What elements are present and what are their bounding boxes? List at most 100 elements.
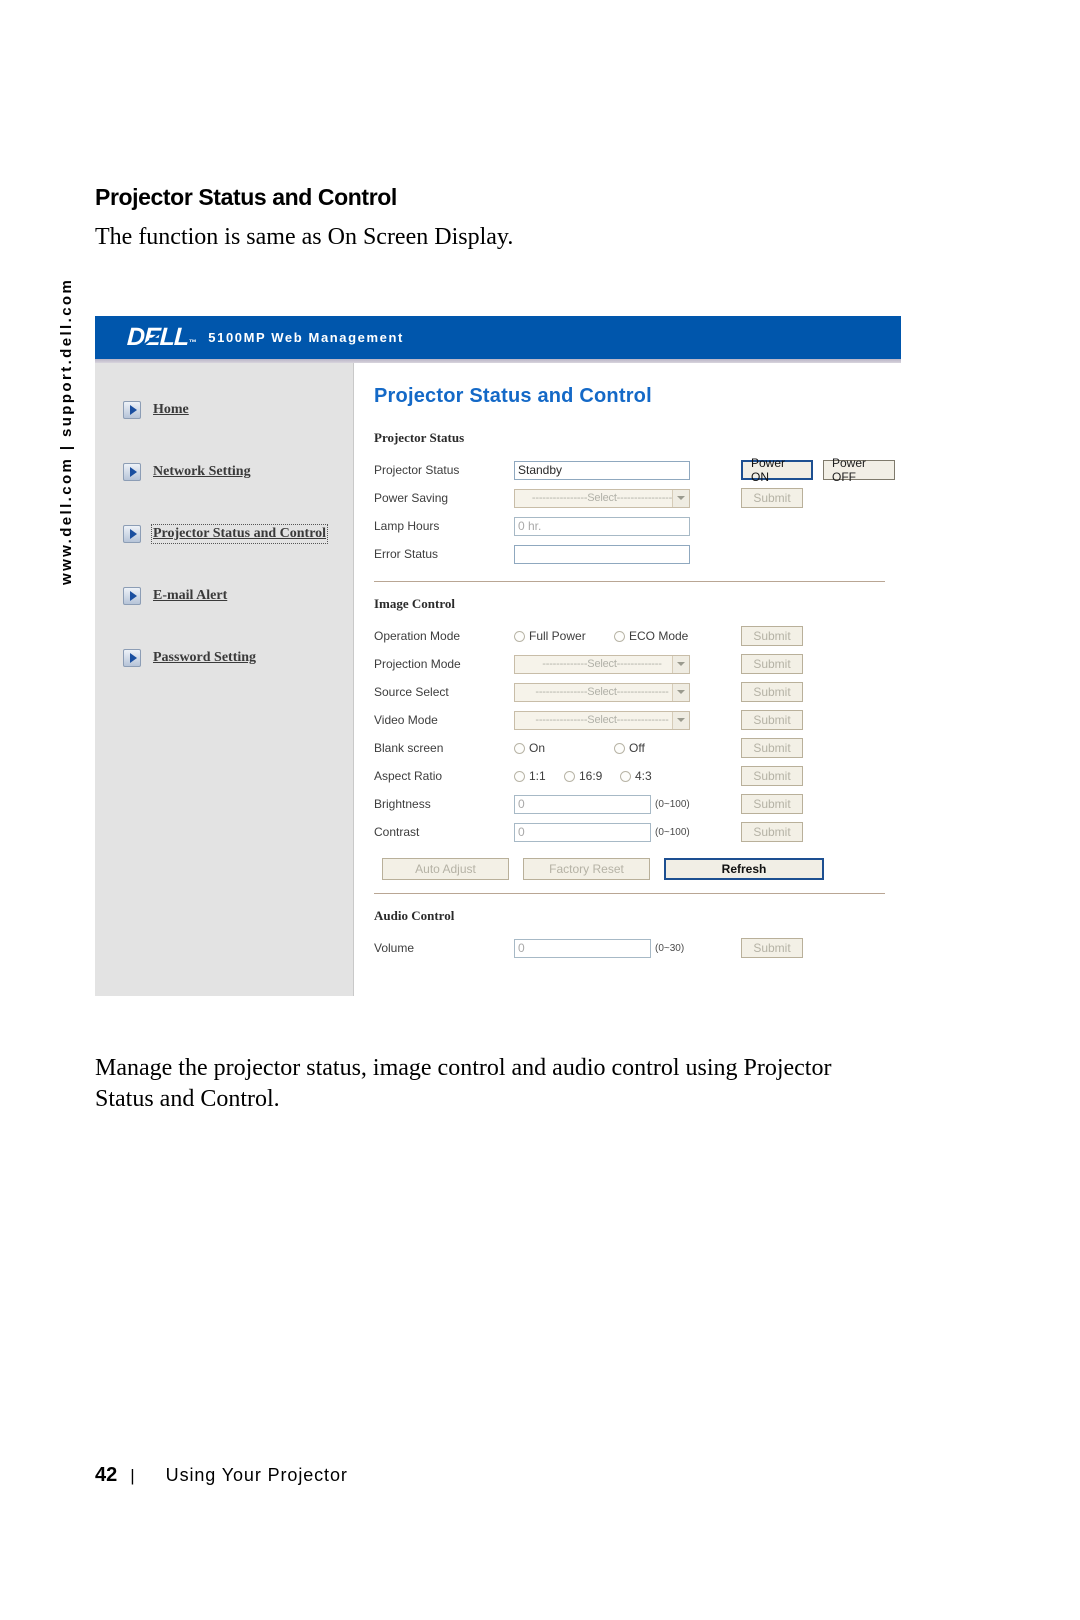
chevron-down-icon[interactable]	[672, 489, 689, 507]
contrast-field[interactable]: 0	[514, 822, 651, 842]
radio-icon[interactable]	[620, 770, 631, 782]
radio-icon[interactable]	[514, 630, 525, 642]
web-ui-body: Home Network Setting Projector Status an…	[95, 363, 901, 996]
radio-icon[interactable]	[564, 770, 575, 782]
source-select-select[interactable]: ---------------Select---------------	[514, 682, 690, 702]
projection-mode-selected-value: -------------Select-------------	[542, 658, 662, 670]
blank-screen-submit-button[interactable]: Submit	[741, 738, 803, 758]
video-mode-select[interactable]: ---------------Select---------------	[514, 710, 690, 730]
refresh-button[interactable]: Refresh	[664, 858, 824, 880]
radio-icon[interactable]	[514, 770, 525, 782]
dell-logo-ll: LL	[159, 323, 190, 351]
source-select-selected-value: ---------------Select---------------	[535, 686, 669, 698]
row-aspect-ratio: Aspect Ratio 1:1 16:9 4:3 Submit	[374, 762, 901, 790]
chevron-down-icon[interactable]	[672, 683, 689, 701]
sidebar-item-projector-status-and-control[interactable]: Projector Status and Control	[123, 524, 353, 544]
section-label-audio-control: Audio Control	[374, 908, 455, 923]
divider-above-image-control	[374, 581, 885, 582]
aspect-ratio-option-label: 1:1	[529, 769, 546, 783]
sidebar-item-email-alert[interactable]: E-mail Alert	[123, 587, 353, 605]
volume-submit-button[interactable]: Submit	[741, 938, 803, 958]
sidebar-item-password-setting[interactable]: Password Setting	[123, 649, 353, 667]
row-projector-status: Projector Status Standby Power ON Power …	[374, 456, 901, 484]
power-on-button[interactable]: Power ON	[741, 456, 813, 484]
page-footer: 42 | Using Your Projector	[95, 1464, 348, 1487]
aspect-ratio-option-label: 4:3	[635, 769, 652, 783]
sidebar-item-label: Password Setting	[153, 650, 257, 665]
chevron-down-icon[interactable]	[672, 711, 689, 729]
dell-logo-d: D	[126, 323, 145, 351]
volume-range-hint: (0~30)	[655, 942, 685, 954]
power-off-button[interactable]: Power OFF	[823, 456, 895, 484]
play-arrow-icon	[123, 463, 141, 481]
trademark-icon: ™	[189, 338, 197, 347]
row-blank-screen: Blank screen On Off Submit	[374, 734, 901, 762]
brightness-submit-button[interactable]: Submit	[741, 794, 803, 814]
radio-icon[interactable]	[514, 742, 525, 754]
operation-mode-submit-button[interactable]: Submit	[741, 626, 803, 646]
play-arrow-icon	[123, 587, 141, 605]
label-projector-status: Projector Status	[374, 463, 460, 477]
contrast-range-hint: (0~100)	[655, 826, 690, 838]
section-label-projector-status: Projector Status	[374, 430, 465, 445]
row-video-mode: Video Mode ---------------Select--------…	[374, 706, 901, 734]
radio-icon[interactable]	[614, 630, 625, 642]
image-control-action-buttons: Auto Adjust Factory Reset Refresh	[382, 858, 901, 880]
row-power-saving: Power Saving ----------------Select-----…	[374, 484, 901, 512]
blank-screen-option-on[interactable]: On	[514, 741, 614, 755]
projection-mode-submit-button[interactable]: Submit	[741, 654, 803, 674]
aspect-ratio-option-label: 16:9	[579, 769, 603, 783]
row-operation-mode: Operation Mode Full Power ECO Mode Submi…	[374, 622, 901, 650]
row-projection-mode: Projection Mode -------------Select-----…	[374, 650, 901, 678]
projector-status-field[interactable]: Standby	[514, 460, 690, 480]
aspect-ratio-option-1-1[interactable]: 1:1	[514, 769, 564, 783]
row-error-status: Error Status	[374, 540, 901, 568]
brightness-range-hint: (0~100)	[655, 798, 690, 810]
main-heading: Projector Status and Control	[374, 385, 652, 407]
label-source-select: Source Select	[374, 685, 449, 699]
row-contrast: Contrast 0 (0~100) Submit	[374, 818, 901, 846]
video-mode-selected-value: ---------------Select---------------	[535, 714, 669, 726]
footer-section-title: Using Your Projector	[165, 1465, 348, 1485]
video-mode-submit-button[interactable]: Submit	[741, 710, 803, 730]
operation-mode-option-eco-mode[interactable]: ECO Mode	[614, 629, 688, 643]
label-blank-screen: Blank screen	[374, 741, 444, 755]
play-arrow-icon	[123, 525, 141, 543]
blank-screen-option-label: Off	[629, 741, 645, 755]
error-status-field[interactable]	[514, 544, 690, 564]
aspect-ratio-submit-button[interactable]: Submit	[741, 766, 803, 786]
chevron-down-icon[interactable]	[672, 655, 689, 673]
label-contrast: Contrast	[374, 825, 420, 839]
row-brightness: Brightness 0 (0~100) Submit	[374, 790, 901, 818]
sidebar-item-label: Projector Status and Control	[150, 524, 329, 544]
label-aspect-ratio: Aspect Ratio	[374, 769, 443, 783]
label-volume: Volume	[374, 941, 415, 955]
auto-adjust-button[interactable]: Auto Adjust	[382, 858, 509, 880]
aspect-ratio-option-16-9[interactable]: 16:9	[564, 769, 620, 783]
factory-reset-button[interactable]: Factory Reset	[523, 858, 650, 880]
sidebar-item-home[interactable]: Home	[123, 401, 353, 419]
operation-mode-option-label: Full Power	[529, 629, 586, 643]
contrast-submit-button[interactable]: Submit	[741, 822, 803, 842]
lamp-hours-field[interactable]: 0 hr.	[514, 516, 690, 536]
power-saving-submit-button[interactable]: Submit	[741, 488, 803, 508]
sidebar-item-label: Home	[153, 402, 189, 417]
source-select-submit-button[interactable]: Submit	[741, 682, 803, 702]
projection-mode-select[interactable]: -------------Select-------------	[514, 654, 690, 674]
sidebar-nav: Home Network Setting Projector Status an…	[95, 363, 354, 996]
closing-paragraph: Manage the projector status, image contr…	[95, 1055, 832, 1112]
blank-screen-option-off[interactable]: Off	[614, 741, 645, 755]
row-lamp-hours: Lamp Hours 0 hr.	[374, 512, 901, 540]
label-video-mode: Video Mode	[374, 713, 438, 727]
dell-logo-e: E	[143, 323, 161, 351]
sidebar-item-label: E-mail Alert	[153, 588, 228, 603]
sidebar-item-network-setting[interactable]: Network Setting	[123, 463, 353, 481]
radio-icon[interactable]	[614, 742, 625, 754]
footer-separator: |	[130, 1466, 135, 1485]
aspect-ratio-option-4-3[interactable]: 4:3	[620, 769, 652, 783]
operation-mode-option-full-power[interactable]: Full Power	[514, 629, 614, 643]
label-power-saving: Power Saving	[374, 491, 449, 505]
power-saving-select[interactable]: ----------------Select----------------	[514, 488, 690, 508]
brightness-field[interactable]: 0	[514, 794, 651, 814]
volume-field[interactable]: 0	[514, 938, 651, 958]
